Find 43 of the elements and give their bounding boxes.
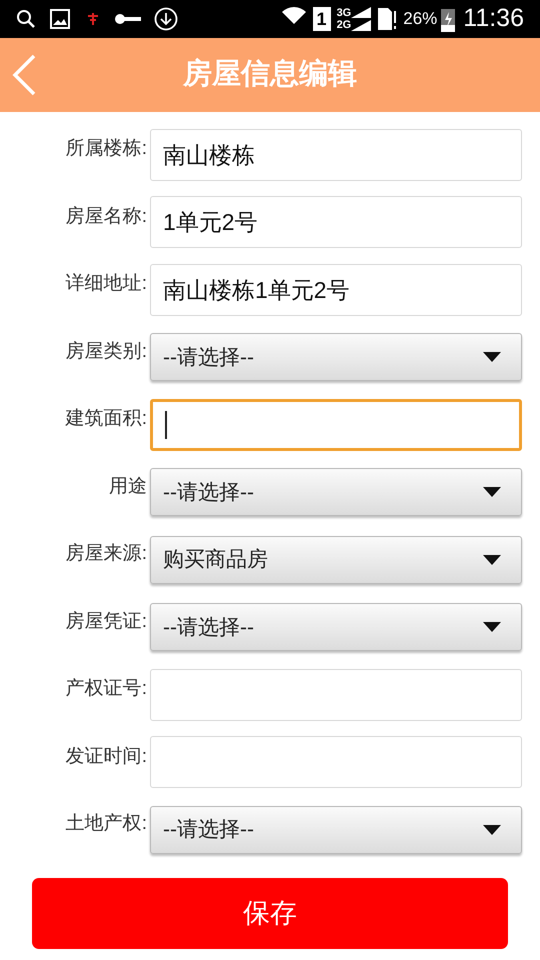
dropdown[interactable]: --请选择-- — [150, 468, 522, 516]
image-icon — [50, 9, 70, 29]
input-field[interactable] — [150, 668, 522, 721]
sim-card-icon — [377, 7, 398, 31]
back-icon — [11, 54, 37, 96]
download-icon — [154, 7, 178, 31]
dropdown[interactable]: --请选择-- — [150, 333, 522, 382]
field-label: 房屋名称: — [64, 204, 148, 226]
key-icon — [114, 12, 142, 26]
caret-icon — [483, 487, 501, 498]
search-icon — [16, 9, 36, 29]
field-label: 房屋类别: — [64, 340, 148, 360]
clock: 11:36 — [463, 3, 524, 34]
dropdown[interactable]: --请选择-- — [150, 603, 522, 652]
network-label: 2G — [336, 19, 352, 31]
caret-icon — [483, 622, 501, 632]
field-label: 房屋凭证: — [64, 610, 148, 630]
field-label: 发证时间: — [64, 744, 148, 766]
battery-percent: 26% — [403, 8, 438, 30]
caret-icon — [483, 554, 501, 565]
field-label: 产权证号: — [64, 677, 148, 698]
input-field[interactable]: 南山楼栋 — [150, 128, 522, 181]
input-field[interactable] — [150, 398, 522, 451]
dropdown[interactable]: 购买商品房 — [150, 536, 522, 584]
dropdown[interactable]: --请选择-- — [150, 806, 522, 854]
field-label: 详细地址: — [64, 272, 148, 293]
input-field[interactable] — [150, 736, 522, 788]
caret-icon — [483, 824, 501, 835]
save-button[interactable]: 保存 — [32, 878, 508, 948]
input-field[interactable]: 南山楼栋1单元2号 — [150, 264, 522, 316]
sim-icon: 1 — [312, 7, 331, 31]
caret-icon — [483, 352, 501, 362]
network-label: 3G — [336, 7, 352, 19]
field-label: 建筑面积: — [64, 407, 148, 428]
field-label: 房屋来源: — [64, 542, 148, 563]
field-label: 所属楼栋: — [64, 137, 148, 158]
field-label: 土地产权: — [64, 812, 148, 833]
page-title: 房屋信息编辑 — [183, 56, 357, 92]
app-icon — [86, 12, 100, 26]
input-field[interactable]: 1单元2号 — [150, 196, 522, 248]
battery-icon — [441, 6, 456, 32]
signal-icon — [351, 7, 374, 31]
field-label: 用途 — [108, 474, 148, 496]
